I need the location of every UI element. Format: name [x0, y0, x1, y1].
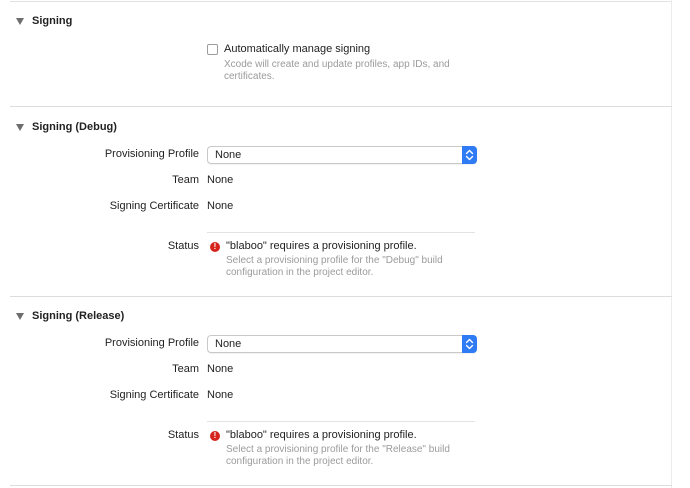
- provisioning-profile-popup[interactable]: None: [207, 335, 477, 353]
- status-label: Status: [167, 429, 199, 441]
- status-divider: [207, 232, 475, 233]
- top-divider: [10, 1, 672, 2]
- team-label: Team: [172, 363, 199, 375]
- disclosure-triangle-icon[interactable]: [16, 123, 24, 131]
- status-message: "blaboo" requires a provisioning profile…: [226, 240, 417, 252]
- provisioning-profile-label: Provisioning Profile: [104, 337, 199, 349]
- section-title: Signing (Release): [32, 310, 125, 322]
- status-hint: Select a provisioning profile for the "D…: [226, 255, 443, 279]
- hint-line: certificates.: [224, 71, 275, 82]
- section-title: Signing: [32, 15, 73, 27]
- status-message: "blaboo" requires a provisioning profile…: [226, 429, 417, 441]
- section-divider: [10, 485, 672, 486]
- team-value: None: [207, 363, 234, 375]
- status-label: Status: [167, 240, 199, 252]
- hint-line: configuration in the project editor.: [226, 267, 374, 278]
- popup-arrows-icon[interactable]: [462, 335, 477, 353]
- popup-value: None: [215, 338, 242, 350]
- section-divider: [10, 296, 672, 297]
- signing-release-section-header[interactable]: Signing (Release): [16, 308, 124, 324]
- provisioning-profile-popup[interactable]: None: [207, 146, 477, 164]
- auto-manage-signing-checkbox[interactable]: [207, 44, 218, 55]
- signing-certificate-value: None: [207, 389, 234, 401]
- disclosure-triangle-icon[interactable]: [16, 312, 24, 320]
- status-hint: Select a provisioning profile for the "R…: [226, 444, 450, 468]
- signing-certificate-label: Signing Certificate: [109, 389, 199, 401]
- provisioning-profile-label: Provisioning Profile: [104, 148, 199, 160]
- status-divider: [207, 421, 475, 422]
- section-divider: [10, 106, 672, 107]
- signing-certificate-label: Signing Certificate: [109, 200, 199, 212]
- team-label: Team: [172, 174, 199, 186]
- team-value: None: [207, 174, 234, 186]
- popup-value: None: [215, 149, 242, 161]
- popup-arrows-icon[interactable]: [462, 146, 477, 164]
- error-icon: !: [210, 431, 220, 441]
- hint-line: configuration in the project editor.: [226, 456, 374, 467]
- auto-manage-hint: Xcode will create and update profiles, a…: [224, 59, 450, 83]
- error-icon: !: [210, 242, 220, 252]
- hint-line: Select a provisioning profile for the "D…: [226, 255, 443, 266]
- section-title: Signing (Debug): [32, 121, 117, 133]
- signing-debug-section-header[interactable]: Signing (Debug): [16, 119, 117, 135]
- hint-line: Xcode will create and update profiles, a…: [224, 59, 450, 70]
- signing-section-header[interactable]: Signing: [16, 13, 72, 29]
- auto-manage-signing-label[interactable]: Automatically manage signing: [224, 43, 370, 55]
- hint-line: Select a provisioning profile for the "R…: [226, 444, 450, 455]
- right-divider: [671, 0, 672, 488]
- disclosure-triangle-icon[interactable]: [16, 17, 24, 25]
- signing-certificate-value: None: [207, 200, 234, 212]
